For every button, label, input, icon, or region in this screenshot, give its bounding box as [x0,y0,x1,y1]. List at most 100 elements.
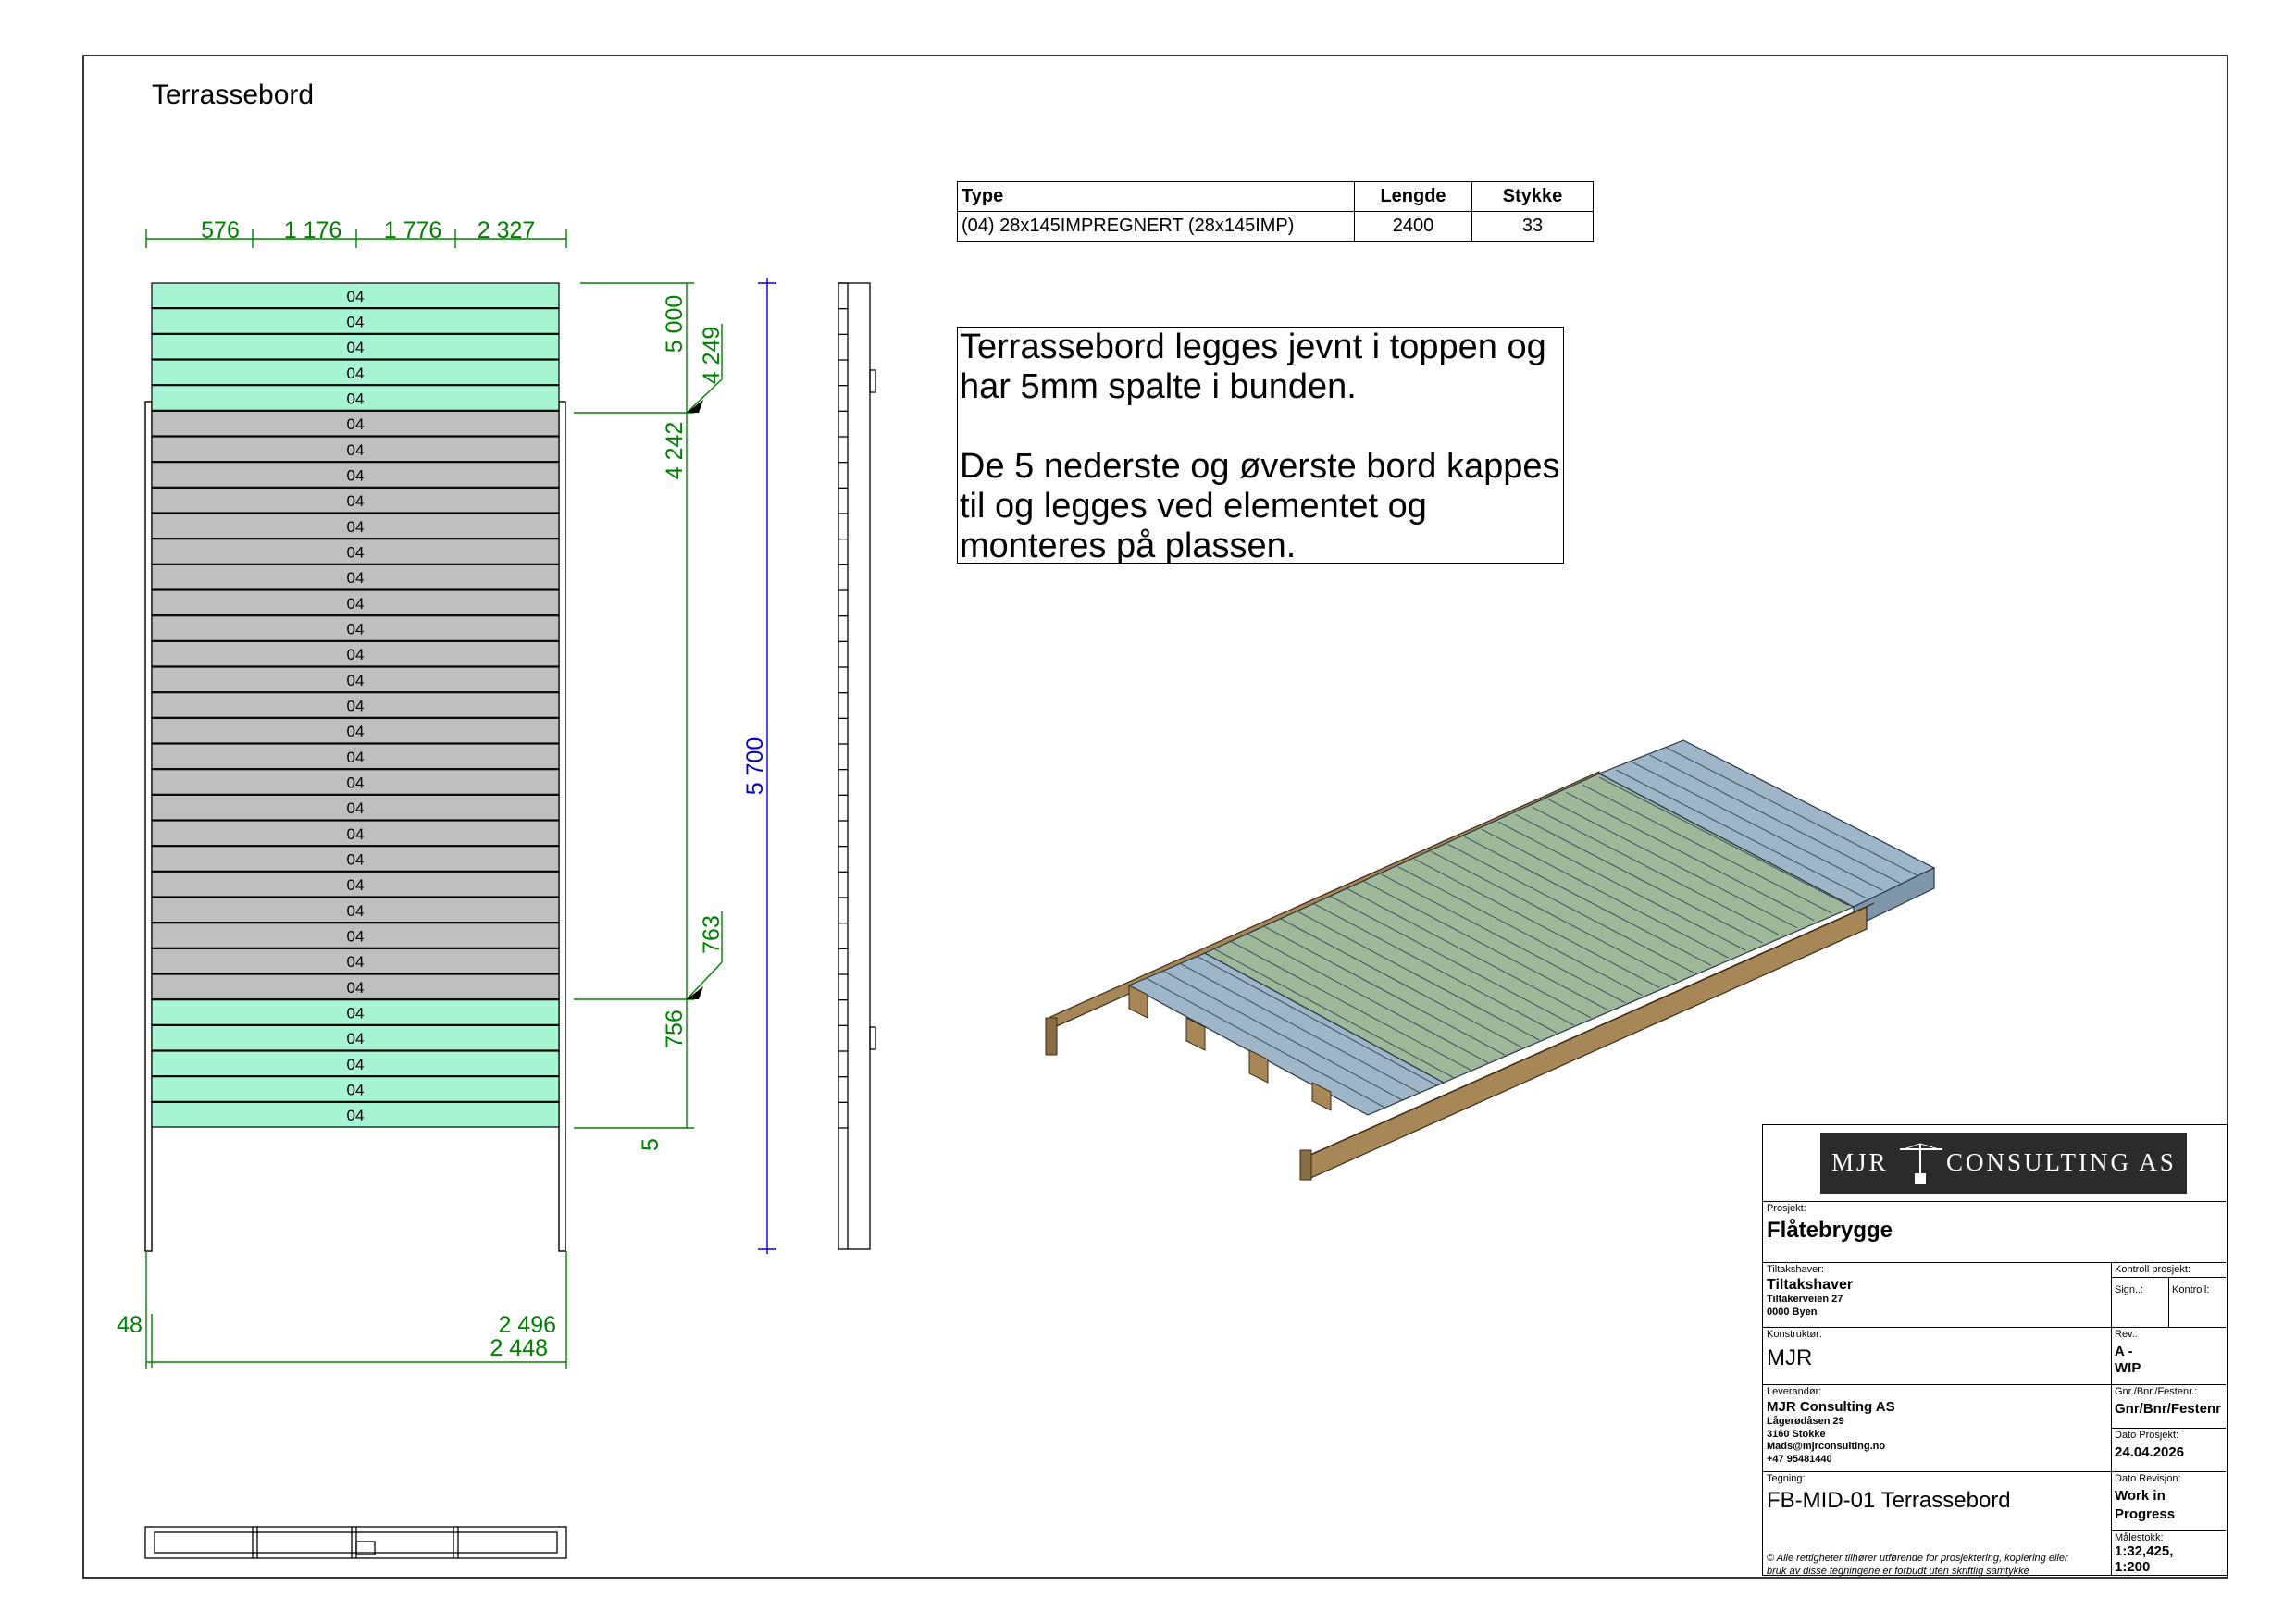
board-label: 04 [347,825,365,843]
side-post-left [144,401,153,1252]
leverandor-name: MJR Consulting AS [1767,1399,1895,1415]
board-label: 04 [347,339,365,356]
kontroll-cell: Kontroll prosjekt: Sign..: Kontroll: [2111,1262,2226,1327]
isometric-view [1045,739,1936,1181]
dato-prosjekt-value: 24.04.2026 [2115,1444,2185,1460]
dim-top-4: 2 327 [478,217,536,243]
prosjekt-cell: Prosjekt: Flåtebrygge [1763,1201,2226,1262]
dim-top-1: 576 [201,217,240,243]
dim-right-5: 5 [638,1138,664,1151]
tiltakshaver-address-1: Tiltakerveien 27 [1767,1294,1843,1305]
dato-prosjekt-cell: Dato Prosjekt: 24.04.2026 [2111,1428,2226,1471]
sign-label: Sign..: [2115,1284,2144,1295]
dato-revisjon-value-2: Progress [2115,1506,2176,1522]
board-label: 04 [347,390,365,408]
rev-value-1: A - [2115,1344,2133,1359]
col-length: Lengde [1354,181,1472,212]
board-label: 04 [347,544,365,562]
dim-top-2: 1 176 [284,217,342,243]
tiltakshaver-name: Tiltakshaver [1767,1277,1854,1293]
copyright-line-2: bruk av disse tegningene er forbudt uten… [1767,1566,2029,1577]
prosjekt-label: Prosjekt: [1767,1203,1806,1214]
company-logo: MJR CONSULTING AS [1820,1133,2187,1194]
board-label: 04 [347,365,365,382]
deck-boards: 04 04 04 04 04 04 04 04 04 04 04 04 04 04 04 04 04 04 04 04… [151,282,560,1128]
gnr-value: Gnr/Bnr/Festenr [2115,1401,2222,1417]
tegning-label: Tegning: [1767,1473,1806,1484]
gnr-cell: Gnr./Bnr./Festenr.: Gnr/Bnr/Festenr [2111,1384,2226,1428]
board-label: 04 [347,288,365,305]
leverandor-line-1: Lågerødåsen 29 [1767,1416,1844,1427]
gnr-label: Gnr./Bnr./Festenr.: [2115,1386,2198,1397]
dim-right-763: 763 [699,915,725,954]
dim-arrow-upper [687,400,703,413]
board-label: 04 [347,672,365,689]
parts-table-header: Type Lengde Stykke [957,181,1594,212]
dato-prosjekt-label: Dato Prosjekt: [2115,1430,2179,1441]
tiltakshaver-address-2: 0000 Byen [1767,1307,1818,1318]
board-label: 04 [347,467,365,485]
board-label: 04 [347,723,365,740]
dim-top-3: 1 776 [384,217,442,243]
side-section-view [838,282,876,1250]
board-label: 04 [347,749,365,766]
board-label: 04 [347,595,365,613]
note-paragraph-2: De 5 nederste og øverste bord kappes til… [960,447,1560,565]
note-paragraph-1: Terrassebord legges jevnt i toppen og ha… [960,328,1546,406]
rev-cell: Rev.: A - WIP [2111,1327,2226,1384]
dim-right-4242: 4 242 [662,422,688,480]
prosjekt-value: Flåtebrygge [1767,1218,1893,1243]
plan-view: 04 04 04 04 04 04 04 04 04 04 04 04 04 04 04 04 04 04 04 04… [144,282,566,1252]
malestokk-cell: Målestokk: 1:32,425, 1:200 [2111,1530,2226,1575]
board-label: 04 [347,928,365,946]
leverandor-line-3: Mads@mjrconsulting.no [1767,1441,1886,1452]
board-label: 04 [347,621,365,638]
dim-bottom-2496: 2 496 [498,1312,556,1338]
logo-text-left: MJR [1831,1148,1889,1176]
copyright-line-1: © Alle rettigheter tilhører utførende fo… [1767,1553,2068,1564]
malestokk-value-1: 1:32,425, [2115,1543,2174,1559]
board-label: 04 [347,1056,365,1073]
leverandor-line-2: 3160 Stokke [1767,1429,1826,1440]
tiltakshaver-label: Tiltakshaver: [1767,1264,1824,1275]
board-label: 04 [347,1107,365,1124]
table-row: (04) 28x145IMPREGNERT (28x145IMP) 2400 3… [957,211,1594,242]
dato-revisjon-label: Dato Revisjon: [2115,1473,2181,1484]
konstruktor-label: Konstruktør: [1767,1329,1822,1340]
side-post-right [558,401,566,1252]
page-title: Terrassebord [152,80,315,110]
dato-revisjon-value-1: Work in [2115,1488,2166,1504]
cell-type: (04) 28x145IMPREGNERT (28x145IMP) [957,211,1355,242]
malestokk-label: Målestokk: [2115,1532,2164,1543]
tegning-cell: Tegning: FB-MID-01 Terrassebord © Alle r… [1763,1471,2111,1577]
leverandor-line-4: +47 95481440 [1767,1454,1832,1465]
konstruktor-cell: Konstruktør: MJR [1763,1327,2111,1384]
malestokk-value-2: 1:200 [2115,1559,2151,1575]
cell-length: 2400 [1354,211,1472,242]
leverandor-cell: Leverandør: MJR Consulting AS Lågerødåse… [1763,1384,2111,1471]
dato-revisjon-cell: Dato Revisjon: Work in Progress [2111,1471,2226,1530]
board-label: 04 [347,1030,365,1047]
board-label: 04 [347,953,365,971]
kontroll-label: Kontroll prosjekt: [2115,1264,2191,1275]
rev-label: Rev.: [2115,1329,2138,1340]
title-block: MJR CONSULTING AS Prosjekt: Flåtebrygge … [1762,1124,2228,1577]
board-label: 04 [347,1082,365,1099]
board-label: 04 [347,569,365,587]
cell-qty: 33 [1471,211,1594,242]
end-view [144,1526,567,1559]
board-label: 04 [347,979,365,997]
board-label: 04 [347,492,365,510]
board-label: 04 [347,851,365,869]
rev-value-2: WIP [2115,1360,2141,1376]
board-label: 04 [347,415,365,433]
dim-right-5000: 5 000 [662,295,688,353]
board-label: 04 [347,876,365,894]
board-label: 04 [347,902,365,920]
board-label: 04 [347,518,365,536]
board-label: 04 [347,774,365,792]
col-type: Type [957,181,1355,212]
dim-bottom-2448: 2 448 [490,1335,548,1361]
board-label: 04 [347,314,365,331]
col-qty: Stykke [1471,181,1594,212]
